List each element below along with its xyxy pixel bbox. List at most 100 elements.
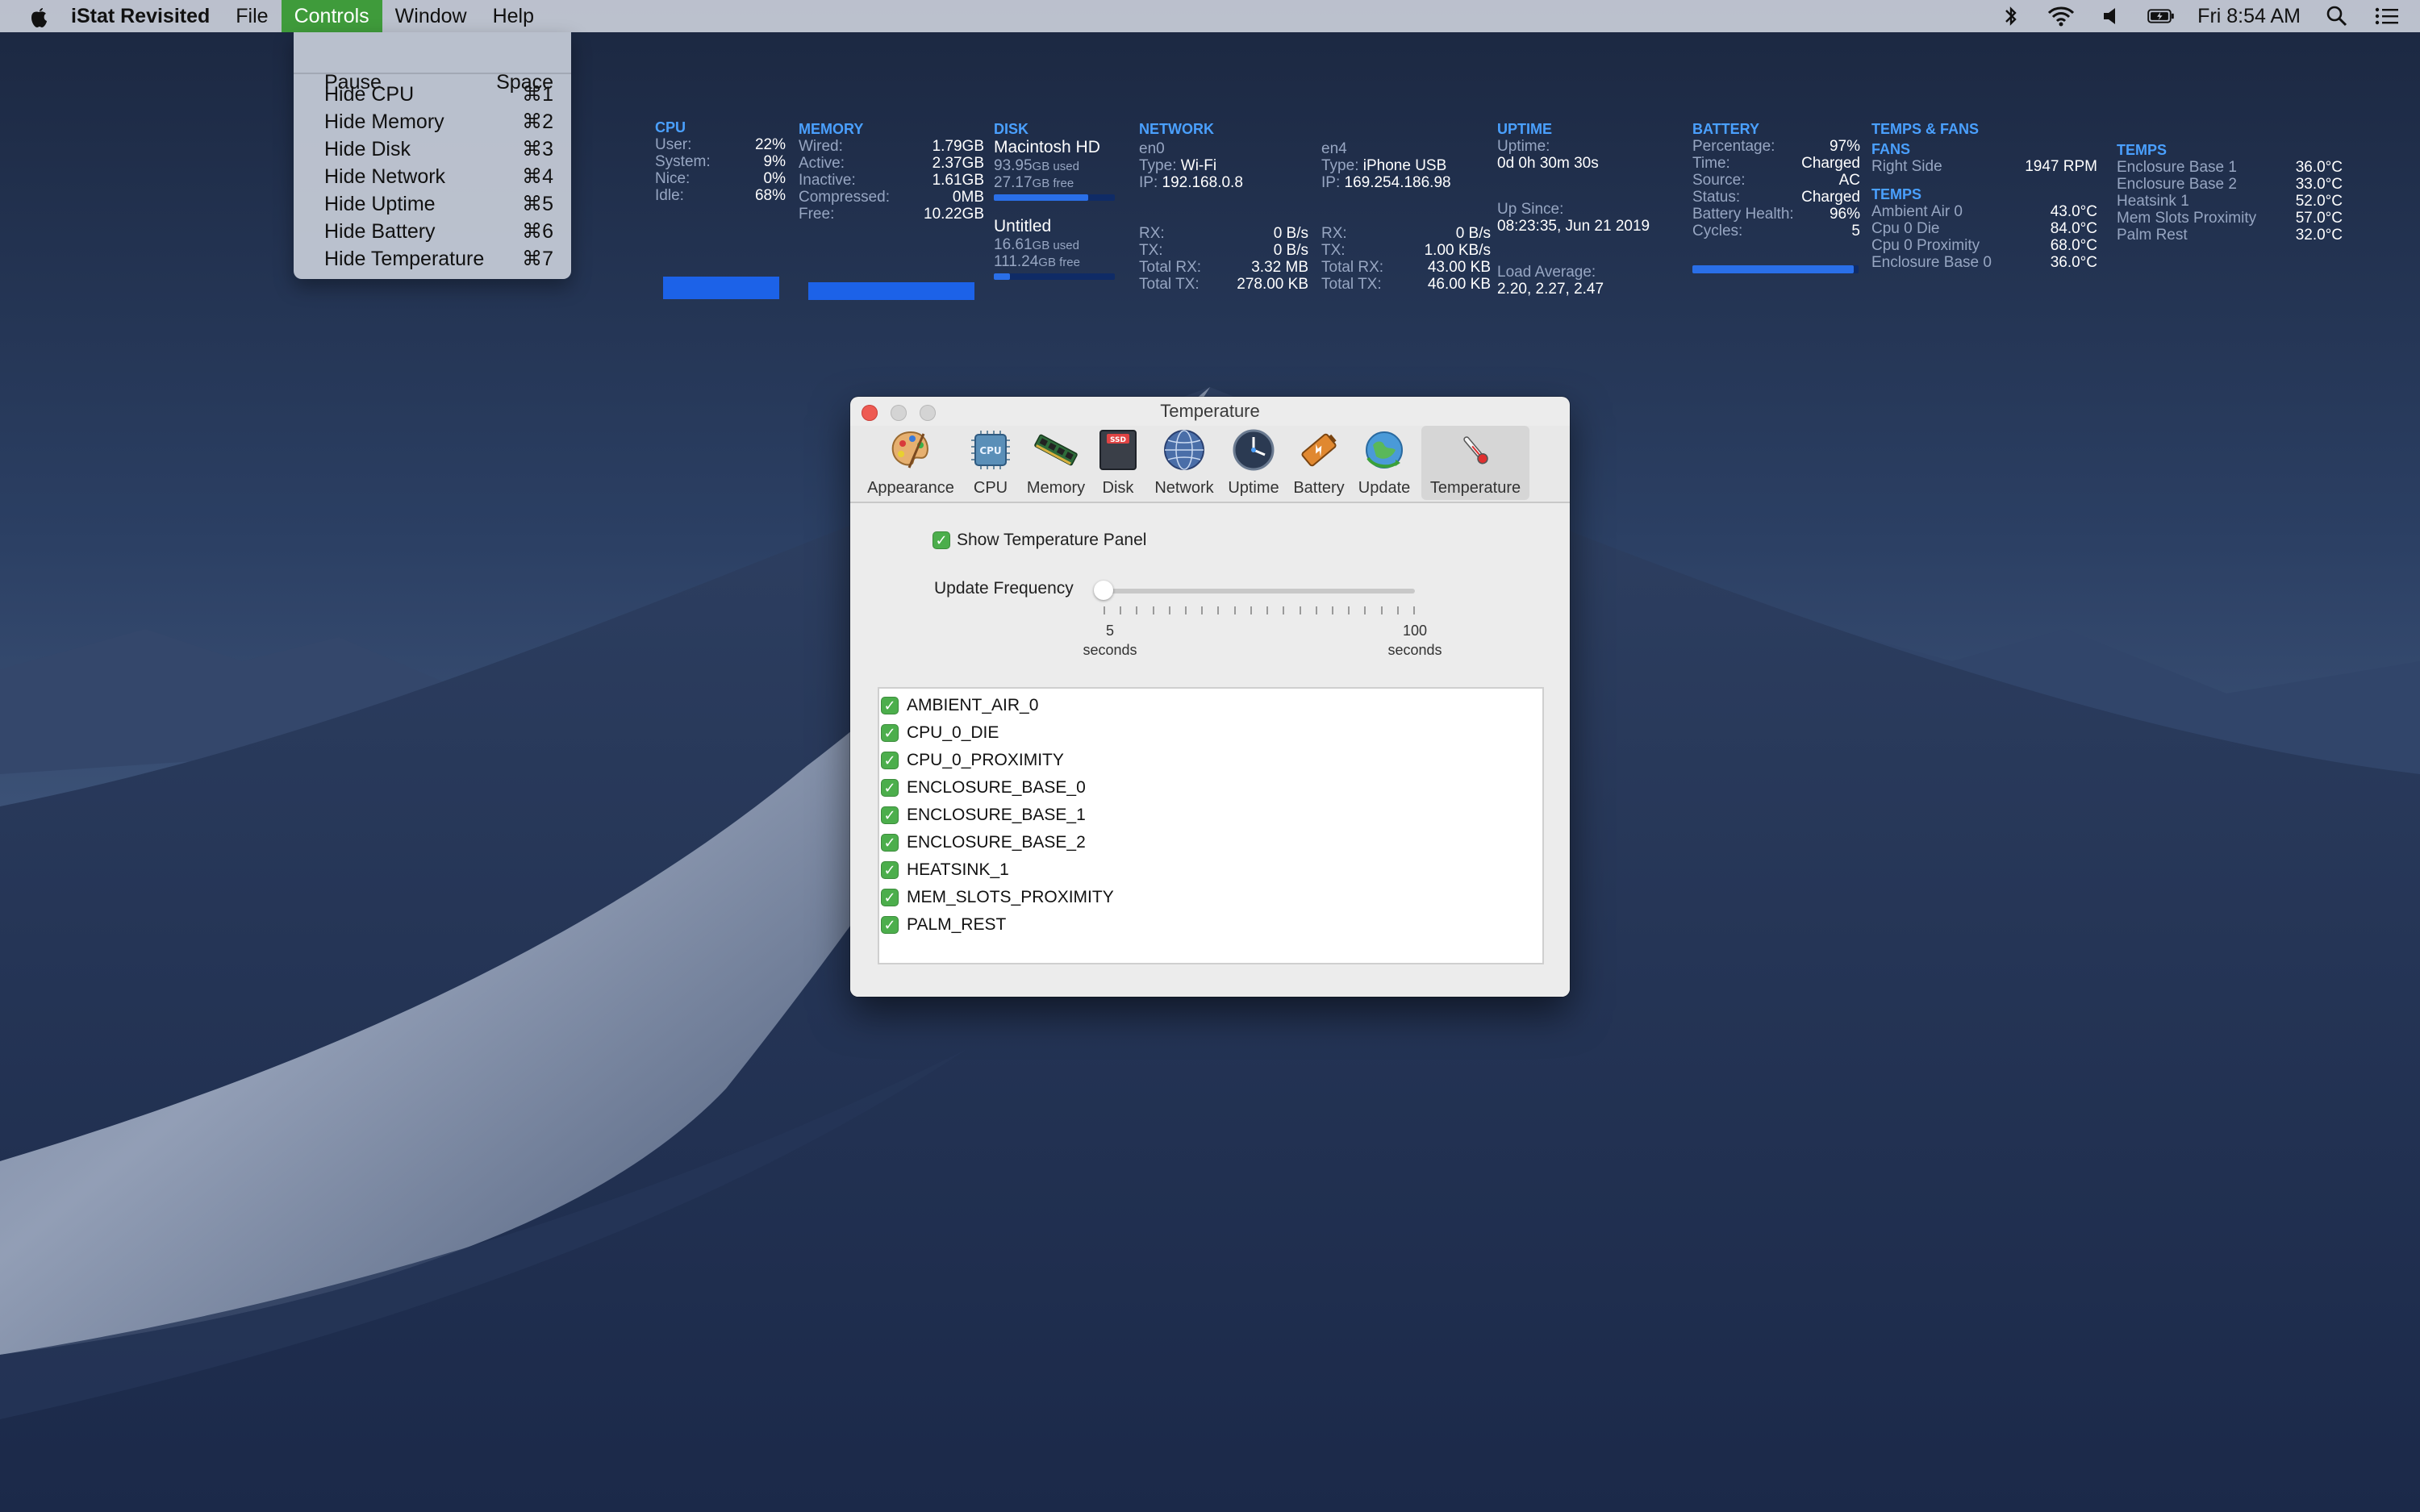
temps-title: TEMPS <box>2117 142 2168 158</box>
menu-item-label: Hide Battery <box>324 219 436 243</box>
sensor-checkbox[interactable]: ✓ <box>881 724 899 742</box>
list-item[interactable]: ✓ ENCLOSURE_BASE_1 <box>879 802 1086 829</box>
memory-title: MEMORY <box>799 121 864 137</box>
list-item[interactable]: ✓ ENCLOSURE_BASE_0 <box>879 774 1086 802</box>
close-button[interactable] <box>862 405 878 421</box>
sensor-checkbox[interactable]: ✓ <box>881 806 899 824</box>
palette-icon <box>891 431 928 469</box>
sensor-checkbox[interactable]: ✓ <box>881 752 899 769</box>
slider-tick <box>1315 606 1317 614</box>
menu-item-hide-battery[interactable]: Hide Battery ⌘6 <box>324 218 553 245</box>
menu-item-hide-temperature[interactable]: Hide Temperature ⌘7 <box>324 245 553 273</box>
temp-row: Enclosure Base 2 33.0°C <box>2117 176 2343 193</box>
cpu-history-graph <box>663 277 779 299</box>
volume-icon[interactable] <box>2097 2 2125 30</box>
menu-file[interactable]: File <box>223 0 281 32</box>
temp-row: Enclosure Base 0 36.0°C <box>1871 254 2097 271</box>
disk-widget: DISK Macintosh HD 93.95GB used 27.17GB f… <box>994 121 1120 280</box>
battery-health-row: Battery Health: 96% <box>1692 206 1860 223</box>
slider-max-label: 100 seconds <box>1387 623 1442 658</box>
temp-row: Cpu 0 Die 84.0°C <box>1871 220 2097 237</box>
bluetooth-icon[interactable] <box>1997 2 2025 30</box>
update-frequency-slider-track[interactable] <box>1100 589 1415 594</box>
wifi-icon[interactable] <box>2047 2 2075 30</box>
sensor-list: ✓ AMBIENT_AIR_0 ✓ CPU_0_DIE ✓ CPU_0_PROXIMI… <box>878 687 1544 964</box>
menu-item-label: Hide Network <box>324 165 446 188</box>
tab-battery[interactable]: Battery <box>1286 426 1352 500</box>
tab-label: Network <box>1154 479 1214 497</box>
list-item[interactable]: ✓ AMBIENT_AIR_0 <box>879 692 1038 719</box>
slider-min-label: 5 seconds <box>1083 623 1137 658</box>
menu-controls[interactable]: Controls <box>281 0 382 32</box>
sensor-checkbox[interactable]: ✓ <box>881 889 899 906</box>
list-item[interactable]: ✓ CPU_0_PROXIMITY <box>879 747 1064 774</box>
tab-temperature[interactable]: Temperature <box>1421 426 1529 500</box>
tab-uptime[interactable]: Uptime <box>1220 426 1287 500</box>
cpu-chip-icon: CPU <box>971 431 1010 469</box>
slider-tick <box>1380 606 1383 614</box>
list-item[interactable]: ✓ MEM_SLOTS_PROXIMITY <box>879 884 1114 911</box>
tab-label: CPU <box>973 479 1008 497</box>
update-frequency-slider-knob[interactable] <box>1094 581 1113 600</box>
app-menu[interactable]: iStat Revisited <box>58 0 223 32</box>
tab-network[interactable]: Network <box>1149 426 1220 500</box>
menu-item-hide-memory[interactable]: Hide Memory ⌘2 <box>324 108 553 135</box>
slider-tick <box>1136 606 1138 614</box>
tab-label: Update <box>1358 479 1411 497</box>
controls-dropdown-menu: Pause Space Hide CPU ⌘1 Hide Memory ⌘2 H… <box>294 32 571 279</box>
show-temperature-panel-checkbox[interactable]: ✓ <box>933 531 950 549</box>
slider-tick <box>1168 606 1170 614</box>
list-item[interactable]: ✓ CPU_0_DIE <box>879 719 999 747</box>
sensor-checkbox[interactable]: ✓ <box>881 861 899 879</box>
slider-tick <box>1348 606 1350 614</box>
sensor-checkbox[interactable]: ✓ <box>881 779 899 797</box>
zoom-button[interactable] <box>920 405 936 421</box>
minimize-button[interactable] <box>891 405 907 421</box>
menu-item-hide-network[interactable]: Hide Network ⌘4 <box>324 163 553 190</box>
temp-row: Enclosure Base 1 36.0°C <box>2117 159 2343 176</box>
battery-widget: BATTERY Percentage: 97% Time: Charged Sour… <box>1692 121 1860 273</box>
memory-wired-row: Wired: 1.79GB <box>799 138 984 155</box>
tab-cpu[interactable]: CPU CPU <box>957 426 1024 500</box>
menu-bar: iStat Revisited File Controls Window Hel… <box>0 0 2420 32</box>
list-item[interactable]: ✓ HEATSINK_1 <box>879 856 1009 884</box>
slider-tick <box>1201 606 1204 614</box>
menu-item-shortcut: ⌘3 <box>522 138 553 160</box>
tab-update[interactable]: Update <box>1352 426 1417 500</box>
battery-status-icon[interactable] <box>2147 2 2175 30</box>
show-temperature-panel-label[interactable]: Show Temperature Panel <box>957 531 1146 550</box>
load-average-label: Load Average: <box>1497 264 1596 281</box>
list-item[interactable]: ✓ ENCLOSURE_BASE_2 <box>879 829 1086 856</box>
battery-time-row: Time: Charged <box>1692 155 1860 172</box>
menu-help[interactable]: Help <box>480 0 547 32</box>
menu-item-hide-uptime[interactable]: Hide Uptime ⌘5 <box>324 190 553 218</box>
menu-item-hide-cpu[interactable]: Hide CPU ⌘1 <box>324 81 553 108</box>
sensor-checkbox[interactable]: ✓ <box>881 697 899 714</box>
battery-source-row: Source: AC <box>1692 172 1860 189</box>
sensor-checkbox[interactable]: ✓ <box>881 834 899 852</box>
thermometer-icon <box>1463 436 1488 464</box>
spotlight-search-icon[interactable] <box>2323 2 2351 30</box>
menu-item-hide-disk[interactable]: Hide Disk ⌘3 <box>324 135 553 163</box>
disk-free: 27.17GB free <box>994 174 1074 191</box>
memory-module-icon <box>1034 434 1078 466</box>
tab-memory[interactable]: Memory <box>1021 426 1091 500</box>
preferences-window: Temperature Appearance CPU CPU Memory SS… <box>850 397 1570 997</box>
notification-center-icon[interactable] <box>2373 2 2401 30</box>
temps-widget-2: TEMPS Enclosure Base 1 36.0°C Enclosure B… <box>2117 142 2343 244</box>
up-since-value: 08:23:35, Jun 21 2019 <box>1497 218 1650 235</box>
tab-appearance[interactable]: Appearance <box>855 426 966 500</box>
menubar-clock[interactable]: Fri 8:54 AM <box>2197 5 2301 28</box>
tab-disk[interactable]: SSD Disk <box>1091 426 1145 500</box>
list-item[interactable]: ✓ PALM_REST <box>879 911 1006 939</box>
menu-item-shortcut: ⌘4 <box>522 165 553 188</box>
menu-item-label: Hide Memory <box>324 110 444 133</box>
disk-volume-name: Macintosh HD <box>994 138 1100 156</box>
slider-tick <box>1364 606 1366 614</box>
slider-tick <box>1185 606 1187 614</box>
apple-icon[interactable] <box>19 0 58 32</box>
disk-usage-bar <box>994 194 1115 201</box>
preferences-toolbar: Appearance CPU CPU Memory SSD Disk Netwo… <box>850 426 1570 503</box>
menu-window[interactable]: Window <box>382 0 480 32</box>
sensor-checkbox[interactable]: ✓ <box>881 916 899 934</box>
